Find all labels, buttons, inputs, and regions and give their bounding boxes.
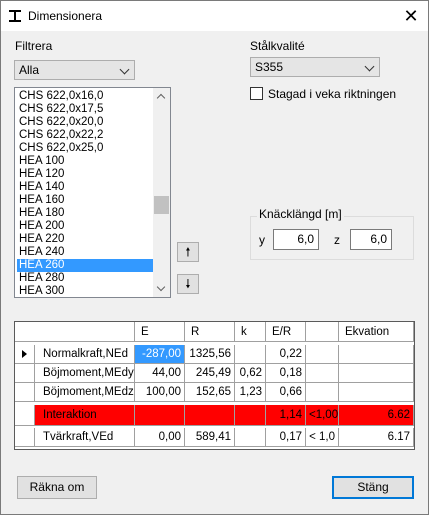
row-label[interactable]: Interaktion <box>35 405 135 426</box>
title-bar: Dimensionera ✕ <box>1 1 428 31</box>
list-item[interactable]: HEA 280 <box>17 272 153 285</box>
vertical-scrollbar[interactable] <box>153 88 170 297</box>
table-cell[interactable]: 0,18 <box>266 364 306 383</box>
table-cell[interactable] <box>185 405 235 426</box>
move-up-button[interactable]: 🠕 <box>177 242 199 262</box>
column-header: E/R <box>266 322 306 342</box>
list-item[interactable]: HEA 300 <box>17 285 153 297</box>
braced-label: Stagad i veka riktningen <box>268 87 397 101</box>
scroll-thumb[interactable] <box>154 196 169 214</box>
table-cell[interactable]: -287,00 <box>135 345 185 364</box>
current-row-arrow-icon <box>22 350 27 358</box>
steel-label: Stålkvalité <box>250 39 305 53</box>
i-beam-icon <box>9 10 21 22</box>
table-cell[interactable]: 1,23 <box>235 383 266 402</box>
list-item[interactable]: CHS 622,0x25,0 <box>17 142 153 155</box>
row-indicator[interactable] <box>15 405 35 426</box>
list-item[interactable]: HEA 200 <box>17 220 153 233</box>
row-label[interactable]: Tvärkraft,VEd <box>35 428 135 447</box>
row-label[interactable]: Böjmoment,MEdz <box>35 383 135 402</box>
filter-label: Filtrera <box>15 39 53 53</box>
list-item[interactable]: CHS 622,0x16,0 <box>17 90 153 103</box>
table-cell[interactable]: <1,00 <box>306 405 339 426</box>
close-icon[interactable]: ✕ <box>400 5 422 27</box>
table-cell[interactable]: 1,14 <box>266 405 306 426</box>
table-cell[interactable]: 589,41 <box>185 428 235 447</box>
table-cell[interactable] <box>339 364 414 383</box>
list-item[interactable]: HEA 160 <box>17 194 153 207</box>
table-cell[interactable]: < 1,0 <box>306 428 339 447</box>
column-header: Ekvation <box>339 322 414 342</box>
scroll-down-icon[interactable] <box>153 280 170 297</box>
z-label: z <box>334 233 340 247</box>
row-indicator[interactable] <box>15 383 35 402</box>
scroll-up-icon[interactable] <box>153 88 170 105</box>
table-cell[interactable]: 152,65 <box>185 383 235 402</box>
profile-list[interactable]: HEA 300 HEA 280 HEA 260 HEA 240 HEA 220 HEA 2… <box>14 87 171 298</box>
buckling-z-input[interactable]: 6,0 <box>350 229 392 250</box>
filter-value: Alla <box>19 63 40 77</box>
compute-button[interactable]: Räkna om <box>17 476 97 499</box>
table-cell[interactable]: 245,49 <box>185 364 235 383</box>
table-cell[interactable] <box>339 345 414 364</box>
column-header <box>15 322 135 342</box>
row-indicator[interactable] <box>15 345 35 364</box>
steel-value: S355 <box>255 60 284 74</box>
buckling-y-input[interactable]: 6,0 <box>273 229 319 250</box>
table-cell[interactable]: 0,00 <box>135 428 185 447</box>
row-indicator[interactable] <box>15 428 35 447</box>
list-item[interactable]: HEA 220 <box>17 233 153 246</box>
results-table: E Rk E/R Ekvation Normalkraft,NEd -287,00 1325… <box>14 321 415 450</box>
table-cell[interactable] <box>235 428 266 447</box>
column-header: k <box>235 322 266 342</box>
list-item[interactable]: HEA 240 <box>17 246 153 259</box>
row-indicator[interactable] <box>15 364 35 383</box>
steel-dropdown[interactable]: S355 <box>250 57 380 77</box>
table-cell[interactable]: 6.17 <box>339 428 414 447</box>
table-cell[interactable] <box>135 405 185 426</box>
list-item[interactable]: HEA 180 <box>17 207 153 220</box>
list-item[interactable]: HEA 100 <box>17 155 153 168</box>
close-button[interactable]: Stäng <box>332 476 414 499</box>
column-header: E <box>135 322 185 342</box>
table-cell[interactable] <box>235 405 266 426</box>
table-cell[interactable] <box>306 364 339 383</box>
list-item[interactable]: HEA 140 <box>17 181 153 194</box>
table-cell[interactable]: 1325,56 <box>185 345 235 364</box>
row-label[interactable]: Böjmoment,MEdy <box>35 364 135 383</box>
column-header: R <box>185 322 235 342</box>
buckling-title: Knäcklängd [m] <box>257 207 344 221</box>
column-header <box>306 322 339 342</box>
list-item[interactable]: CHS 622,0x20,0 <box>17 116 153 129</box>
dimensionera-dialog: Dimensionera ✕ Filtrera Alla Stålkvalité… <box>0 0 429 515</box>
table-cell[interactable] <box>339 383 414 402</box>
table-cell[interactable] <box>306 345 339 364</box>
list-item[interactable]: HEA 120 <box>17 168 153 181</box>
table-cell[interactable]: 0,62 <box>235 364 266 383</box>
list-item[interactable]: CHS 622,0x17,5 <box>17 103 153 116</box>
table-cell[interactable]: 0,17 <box>266 428 306 447</box>
chevron-down-icon <box>364 61 375 72</box>
table-cell[interactable]: 0,66 <box>266 383 306 402</box>
window-title: Dimensionera <box>28 9 103 23</box>
list-item[interactable]: HEA 260 <box>17 259 153 272</box>
row-label[interactable]: Normalkraft,NEd <box>35 345 135 364</box>
table-cell[interactable] <box>306 383 339 402</box>
list-item[interactable]: CHS 622,0x22,2 <box>17 129 153 142</box>
braced-checkbox[interactable] <box>250 87 263 100</box>
chevron-down-icon <box>119 64 130 75</box>
filter-dropdown[interactable]: Alla <box>14 60 135 80</box>
table-cell[interactable]: 100,00 <box>135 383 185 402</box>
table-cell[interactable] <box>235 345 266 364</box>
table-cell[interactable]: 0,22 <box>266 345 306 364</box>
y-label: y <box>259 233 265 247</box>
table-cell[interactable]: 44,00 <box>135 364 185 383</box>
move-down-button[interactable]: 🠗 <box>177 274 199 294</box>
table-cell[interactable]: 6.62 <box>339 405 414 426</box>
